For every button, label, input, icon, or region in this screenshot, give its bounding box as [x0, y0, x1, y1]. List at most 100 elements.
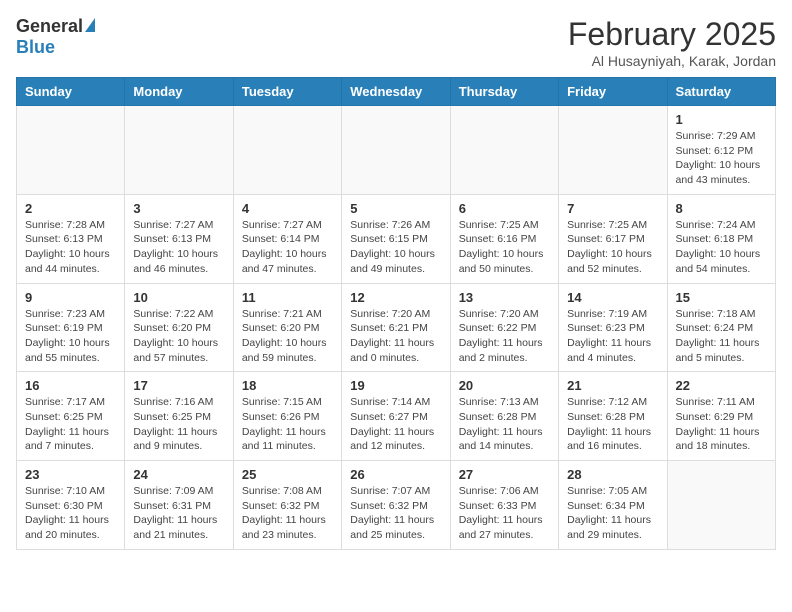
calendar-cell: 15Sunrise: 7:18 AM Sunset: 6:24 PM Dayli…	[667, 283, 775, 372]
day-info: Sunrise: 7:13 AM Sunset: 6:28 PM Dayligh…	[459, 395, 550, 454]
calendar-cell: 1 Sunrise: 7:29 AM Sunset: 6:12 PM Daylig…	[667, 106, 775, 195]
day-number: 8	[676, 201, 767, 216]
day-info: Sunrise: 7:16 AM Sunset: 6:25 PM Dayligh…	[133, 395, 224, 454]
day-info: Sunrise: 7:26 AM Sunset: 6:15 PM Dayligh…	[350, 218, 441, 277]
calendar-cell: 25 Sunrise: 7:08 AM Sunset: 6:32 PM Dayli…	[233, 461, 341, 550]
day-info: Sunrise: 7:17 AM Sunset: 6:25 PM Dayligh…	[25, 395, 116, 454]
day-info: Sunrise: 7:18 AM Sunset: 6:24 PM Dayligh…	[676, 307, 767, 366]
calendar-cell: 26 Sunrise: 7:07 AM Sunset: 6:32 PM Dayli…	[342, 461, 450, 550]
day-number: 14	[567, 290, 658, 305]
day-number: 2	[25, 201, 116, 216]
day-info: Sunrise: 7:25 AM Sunset: 6:17 PM Dayligh…	[567, 218, 658, 277]
day-number: 3	[133, 201, 224, 216]
calendar-cell: 2 Sunrise: 7:28 AM Sunset: 6:13 PM Daylig…	[17, 194, 125, 283]
day-number: 12	[350, 290, 441, 305]
calendar-cell: 5 Sunrise: 7:26 AM Sunset: 6:15 PM Daylig…	[342, 194, 450, 283]
logo: General Blue	[16, 16, 95, 58]
day-number: 20	[459, 378, 550, 393]
calendar-cell: 13 Sunrise: 7:20 AM Sunset: 6:22 PM Dayli…	[450, 283, 558, 372]
day-info: Sunrise: 7:08 AM Sunset: 6:32 PM Dayligh…	[242, 484, 333, 543]
day-number: 5	[350, 201, 441, 216]
calendar-cell: 4 Sunrise: 7:27 AM Sunset: 6:14 PM Daylig…	[233, 194, 341, 283]
calendar-cell: 6 Sunrise: 7:25 AM Sunset: 6:16 PM Daylig…	[450, 194, 558, 283]
calendar-cell: 24 Sunrise: 7:09 AM Sunset: 6:31 PM Dayli…	[125, 461, 233, 550]
day-number: 18	[242, 378, 333, 393]
title-block: February 2025 Al Husayniyah, Karak, Jord…	[568, 16, 776, 69]
day-number: 9	[25, 290, 116, 305]
calendar-cell: 10 Sunrise: 7:22 AM Sunset: 6:20 PM Dayli…	[125, 283, 233, 372]
day-number: 24	[133, 467, 224, 482]
day-info: Sunrise: 7:28 AM Sunset: 6:13 PM Dayligh…	[25, 218, 116, 277]
day-number: 7	[567, 201, 658, 216]
logo-general-text: General	[16, 16, 83, 37]
calendar-cell: 12Sunrise: 7:20 AM Sunset: 6:21 PM Dayli…	[342, 283, 450, 372]
calendar-cell: 14 Sunrise: 7:19 AM Sunset: 6:23 PM Dayli…	[559, 283, 667, 372]
day-info: Sunrise: 7:19 AM Sunset: 6:23 PM Dayligh…	[567, 307, 658, 366]
calendar-cell	[342, 106, 450, 195]
day-number: 25	[242, 467, 333, 482]
calendar-week-5: 23 Sunrise: 7:10 AM Sunset: 6:30 PM Dayli…	[17, 461, 776, 550]
calendar-cell: 3Sunrise: 7:27 AM Sunset: 6:13 PM Daylig…	[125, 194, 233, 283]
calendar-cell: 11Sunrise: 7:21 AM Sunset: 6:20 PM Dayli…	[233, 283, 341, 372]
day-number: 19	[350, 378, 441, 393]
day-number: 1	[676, 112, 767, 127]
day-info: Sunrise: 7:07 AM Sunset: 6:32 PM Dayligh…	[350, 484, 441, 543]
day-info: Sunrise: 7:23 AM Sunset: 6:19 PM Dayligh…	[25, 307, 116, 366]
calendar-cell: 27 Sunrise: 7:06 AM Sunset: 6:33 PM Dayli…	[450, 461, 558, 550]
calendar-cell	[450, 106, 558, 195]
calendar-week-1: 1 Sunrise: 7:29 AM Sunset: 6:12 PM Daylig…	[17, 106, 776, 195]
location-text: Al Husayniyah, Karak, Jordan	[568, 53, 776, 69]
day-info: Sunrise: 7:09 AM Sunset: 6:31 PM Dayligh…	[133, 484, 224, 543]
calendar-table: SundayMondayTuesdayWednesdayThursdayFrid…	[16, 77, 776, 550]
calendar-week-4: 16 Sunrise: 7:17 AM Sunset: 6:25 PM Dayli…	[17, 372, 776, 461]
day-number: 21	[567, 378, 658, 393]
day-info: Sunrise: 7:15 AM Sunset: 6:26 PM Dayligh…	[242, 395, 333, 454]
calendar-cell: 18 Sunrise: 7:15 AM Sunset: 6:26 PM Dayli…	[233, 372, 341, 461]
weekday-header-sunday: Sunday	[17, 78, 125, 106]
calendar-header-row: SundayMondayTuesdayWednesdayThursdayFrid…	[17, 78, 776, 106]
calendar-cell: 9 Sunrise: 7:23 AM Sunset: 6:19 PM Daylig…	[17, 283, 125, 372]
day-number: 16	[25, 378, 116, 393]
day-number: 6	[459, 201, 550, 216]
calendar-cell	[233, 106, 341, 195]
day-info: Sunrise: 7:10 AM Sunset: 6:30 PM Dayligh…	[25, 484, 116, 543]
calendar-cell	[17, 106, 125, 195]
calendar-cell: 7 Sunrise: 7:25 AM Sunset: 6:17 PM Daylig…	[559, 194, 667, 283]
calendar-cell	[667, 461, 775, 550]
calendar-cell	[559, 106, 667, 195]
day-info: Sunrise: 7:27 AM Sunset: 6:14 PM Dayligh…	[242, 218, 333, 277]
day-info: Sunrise: 7:06 AM Sunset: 6:33 PM Dayligh…	[459, 484, 550, 543]
day-info: Sunrise: 7:22 AM Sunset: 6:20 PM Dayligh…	[133, 307, 224, 366]
calendar-cell: 19 Sunrise: 7:14 AM Sunset: 6:27 PM Dayli…	[342, 372, 450, 461]
day-info: Sunrise: 7:20 AM Sunset: 6:22 PM Dayligh…	[459, 307, 550, 366]
day-number: 13	[459, 290, 550, 305]
weekday-header-saturday: Saturday	[667, 78, 775, 106]
day-number: 26	[350, 467, 441, 482]
calendar-cell: 22Sunrise: 7:11 AM Sunset: 6:29 PM Dayli…	[667, 372, 775, 461]
month-title: February 2025	[568, 16, 776, 53]
day-info: Sunrise: 7:24 AM Sunset: 6:18 PM Dayligh…	[676, 218, 767, 277]
calendar-week-3: 9 Sunrise: 7:23 AM Sunset: 6:19 PM Daylig…	[17, 283, 776, 372]
day-number: 27	[459, 467, 550, 482]
day-number: 17	[133, 378, 224, 393]
calendar-cell: 17 Sunrise: 7:16 AM Sunset: 6:25 PM Dayli…	[125, 372, 233, 461]
day-number: 23	[25, 467, 116, 482]
day-number: 4	[242, 201, 333, 216]
weekday-header-wednesday: Wednesday	[342, 78, 450, 106]
calendar-cell: 21 Sunrise: 7:12 AM Sunset: 6:28 PM Dayli…	[559, 372, 667, 461]
day-info: Sunrise: 7:05 AM Sunset: 6:34 PM Dayligh…	[567, 484, 658, 543]
calendar-cell	[125, 106, 233, 195]
day-info: Sunrise: 7:12 AM Sunset: 6:28 PM Dayligh…	[567, 395, 658, 454]
day-number: 11	[242, 290, 333, 305]
day-info: Sunrise: 7:25 AM Sunset: 6:16 PM Dayligh…	[459, 218, 550, 277]
day-info: Sunrise: 7:29 AM Sunset: 6:12 PM Dayligh…	[676, 129, 767, 188]
day-number: 10	[133, 290, 224, 305]
calendar-cell: 16 Sunrise: 7:17 AM Sunset: 6:25 PM Dayli…	[17, 372, 125, 461]
calendar-cell: 23 Sunrise: 7:10 AM Sunset: 6:30 PM Dayli…	[17, 461, 125, 550]
calendar-cell: 20 Sunrise: 7:13 AM Sunset: 6:28 PM Dayli…	[450, 372, 558, 461]
weekday-header-thursday: Thursday	[450, 78, 558, 106]
day-number: 28	[567, 467, 658, 482]
weekday-header-friday: Friday	[559, 78, 667, 106]
weekday-header-tuesday: Tuesday	[233, 78, 341, 106]
day-info: Sunrise: 7:14 AM Sunset: 6:27 PM Dayligh…	[350, 395, 441, 454]
